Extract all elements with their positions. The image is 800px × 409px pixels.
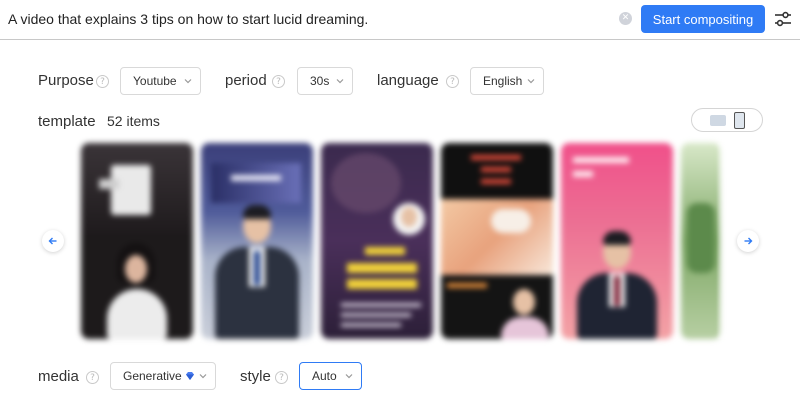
prompt-bar: ✕ Start compositing bbox=[0, 0, 800, 40]
carousel-fade bbox=[716, 143, 730, 339]
media-value: Generative bbox=[123, 369, 182, 383]
template-card[interactable] bbox=[681, 143, 721, 339]
media-select[interactable]: Generative bbox=[110, 362, 216, 390]
carousel-prev-button[interactable] bbox=[42, 230, 64, 252]
sliders-icon[interactable] bbox=[773, 9, 793, 29]
template-card[interactable] bbox=[201, 143, 313, 339]
landscape-layout-icon[interactable] bbox=[710, 115, 726, 126]
chevron-down-icon bbox=[199, 374, 207, 379]
carousel-next-button[interactable] bbox=[737, 230, 759, 252]
close-icon: ✕ bbox=[621, 13, 630, 23]
chevron-down-icon bbox=[184, 79, 192, 84]
portrait-layout-icon[interactable] bbox=[734, 112, 745, 129]
chevron-down-icon bbox=[336, 79, 344, 84]
prompt-input[interactable] bbox=[8, 8, 608, 30]
style-label: style bbox=[240, 368, 271, 385]
start-compositing-button[interactable]: Start compositing bbox=[641, 5, 765, 33]
language-value: English bbox=[483, 74, 523, 88]
template-count: 52 items bbox=[107, 113, 160, 129]
template-card[interactable] bbox=[441, 143, 553, 339]
arrow-right-icon bbox=[744, 237, 753, 245]
arrow-left-icon bbox=[48, 237, 57, 245]
language-label: language bbox=[377, 72, 439, 89]
language-help-icon[interactable]: ? bbox=[446, 75, 459, 88]
chevron-down-icon bbox=[345, 374, 353, 379]
layout-toggle[interactable] bbox=[691, 108, 763, 132]
chevron-down-icon bbox=[527, 79, 535, 84]
style-select[interactable]: Auto bbox=[299, 362, 362, 390]
template-card[interactable] bbox=[561, 143, 673, 339]
purpose-help-icon[interactable]: ? bbox=[96, 75, 109, 88]
purpose-label: Purpose bbox=[38, 72, 94, 89]
template-card[interactable] bbox=[81, 143, 193, 339]
media-help-icon[interactable]: ? bbox=[86, 371, 99, 384]
period-help-icon[interactable]: ? bbox=[272, 75, 285, 88]
purpose-select[interactable]: Youtube bbox=[120, 67, 201, 95]
template-card[interactable] bbox=[321, 143, 433, 339]
gem-icon bbox=[185, 372, 194, 380]
period-value: 30s bbox=[310, 74, 330, 88]
style-help-icon[interactable]: ? bbox=[275, 371, 288, 384]
language-select[interactable]: English bbox=[470, 67, 544, 95]
period-label: period bbox=[225, 72, 267, 89]
clear-prompt-button[interactable]: ✕ bbox=[619, 12, 632, 25]
media-label: media bbox=[38, 368, 79, 385]
template-label: template bbox=[38, 113, 96, 130]
style-value: Auto bbox=[312, 369, 337, 383]
purpose-value: Youtube bbox=[133, 74, 177, 88]
period-select[interactable]: 30s bbox=[297, 67, 353, 95]
